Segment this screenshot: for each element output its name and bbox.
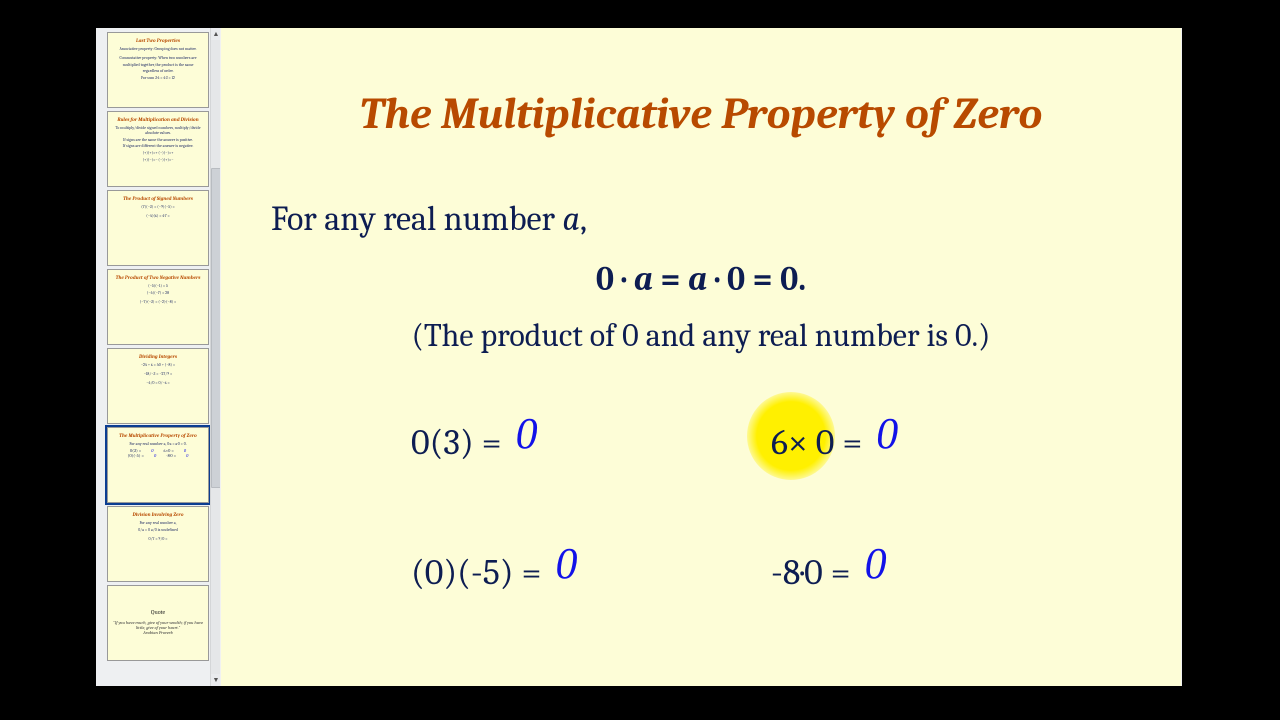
slide-thumbnail-1[interactable]: Last Two Properties Associative property:… (107, 32, 209, 108)
lead-prefix: For any real number (271, 199, 562, 239)
thumbnail-line: (+)(+)=+ (−)(−)=+ (143, 151, 174, 156)
thumbnail-line: For any real number a, (140, 521, 177, 526)
thumbnail-line: 0/a = 0 a/0 is undefined (138, 528, 178, 533)
thumbnail-title: The Multiplicative Property of Zero (119, 433, 197, 439)
example-2: 6× 0 = 0 (771, 414, 898, 465)
slide-note: (The product of 0 and any real number is… (261, 317, 1141, 354)
thumbnail-cell: (0)(-5) = (128, 454, 144, 459)
thumbnail-title: The Product of Two Negative Numbers (116, 275, 201, 281)
thumbnail-line: For any real number a, 0·a = a·0 = 0. (129, 442, 186, 447)
examples-area: 0(3) = 0 6× 0 = 0 (0)(-5) = 0 -8·0 = 0 (261, 414, 1141, 654)
thumbnail-title: Division Involving Zero (133, 512, 184, 518)
thumbnail-line: If signs are the same the answer is posi… (123, 138, 193, 143)
thumbnail-line: (+)(−)=− (−)(+)=− (143, 158, 174, 163)
thumbnail-line: To multiply/divide signed numbers, multi… (112, 126, 204, 136)
slide-formula: 0 · a = a · 0 = 0. (261, 259, 1141, 299)
thumbnail-title: Quote (151, 609, 165, 616)
example-3-expr: (0)(-5) = (411, 552, 541, 593)
thumbnail-title: Dividing Integers (139, 354, 177, 360)
thumbnail-title: Rules for Multiplication and Division (117, 117, 198, 123)
slide-thumbnail-7[interactable]: Division Involving Zero For any real numb… (107, 506, 209, 582)
thumbnail-row: (0)(-5) = 0 -8·0 = 0 (128, 454, 189, 459)
slide-lead-text: For any real number a, (271, 199, 1141, 239)
lead-suffix: , (580, 199, 587, 239)
slide-thumbnail-2[interactable]: Rules for Multiplication and Division To … (107, 111, 209, 187)
thumbnail-line: 0/7 = 9/0 = (149, 537, 168, 542)
thumbnail-title: Last Two Properties (136, 38, 180, 44)
thumbnail-line: multiplied together, the product is the … (123, 63, 194, 68)
thumbnail-line: (−7)·(−3) = (−2)·(−8) = (140, 300, 177, 305)
presentation-window: ▲ ▼ Last Two Properties Associative prope… (96, 28, 1182, 686)
example-1-answer: 0 (516, 408, 538, 459)
thumbnail-line: −24 ÷ 6 = 40 ÷ (−8) = (141, 363, 175, 368)
thumbnail-line: (−4)(−7) = 28 (147, 291, 169, 296)
thumbnail-line: regardless of order. (143, 69, 174, 74)
current-slide: The Multiplicative Property of Zero For … (221, 28, 1181, 686)
thumbnail-line: Associative property: Grouping does not … (120, 47, 197, 52)
slide-thumbnail-panel: ▲ ▼ Last Two Properties Associative prope… (96, 28, 220, 686)
slide-thumbnail-6[interactable]: The Multiplicative Property of Zero For a… (107, 427, 209, 503)
example-3-answer: 0 (555, 538, 577, 589)
slide-thumbnail-8[interactable]: Quote "If you have much, give of your wea… (107, 585, 209, 661)
slide-thumbnail-4[interactable]: The Product of Two Negative Numbers (−5)(… (107, 269, 209, 345)
thumbnail-line: (−4)(6) = 4·7 = (146, 214, 170, 219)
thumbnail-line: If signs are different the answer is neg… (123, 144, 194, 149)
example-1-expr: 0(3) = (411, 422, 502, 463)
slide-thumbnail-3[interactable]: The Product of Signed Numbers (7)(−3) = (… (107, 190, 209, 266)
thumbnail-line: Commutative property: When two numbers a… (120, 56, 197, 61)
example-4: -8·0 = 0 (771, 544, 887, 595)
thumbnail-line: −4/0 = 0/−6 = (146, 381, 169, 386)
thumbnail-line: For sum 3·4 = 4·3 = 12 (141, 76, 175, 81)
example-2-expr: 6× 0 = (771, 422, 862, 463)
thumbnail-line: −18/−3 = −27/9 = (144, 372, 173, 377)
thumbnail-quote: "If you have much, give of your wealth; … (112, 621, 204, 632)
thumbnail-title: The Product of Signed Numbers (123, 196, 193, 202)
example-4-expr: -8·0 = (771, 552, 851, 593)
example-3: (0)(-5) = 0 (411, 544, 577, 595)
slide-title: The Multiplicative Property of Zero (261, 88, 1141, 139)
slide-thumbnail-5[interactable]: Dividing Integers −24 ÷ 6 = 40 ÷ (−8) = −1… (107, 348, 209, 424)
example-1: 0(3) = 0 (411, 414, 538, 465)
thumbnail-cell: 0 (154, 454, 156, 459)
lead-variable: a (562, 199, 580, 239)
thumbnail-line: (−5)(−1) = 5 (148, 284, 168, 289)
slide-stage: The Multiplicative Property of Zero For … (220, 28, 1182, 686)
sidebar-scrollbar[interactable]: ▲ ▼ (210, 28, 220, 686)
example-4-answer: 0 (865, 538, 887, 589)
thumbnail-cell: 0 (186, 454, 188, 459)
thumbnail-cell: -8·0 = (166, 454, 176, 459)
thumbnail-author: Arabian Proverb (143, 631, 172, 636)
example-2-answer: 0 (876, 408, 898, 459)
thumbnail-line: (7)(−3) = (−9)(−5) = (141, 205, 174, 210)
